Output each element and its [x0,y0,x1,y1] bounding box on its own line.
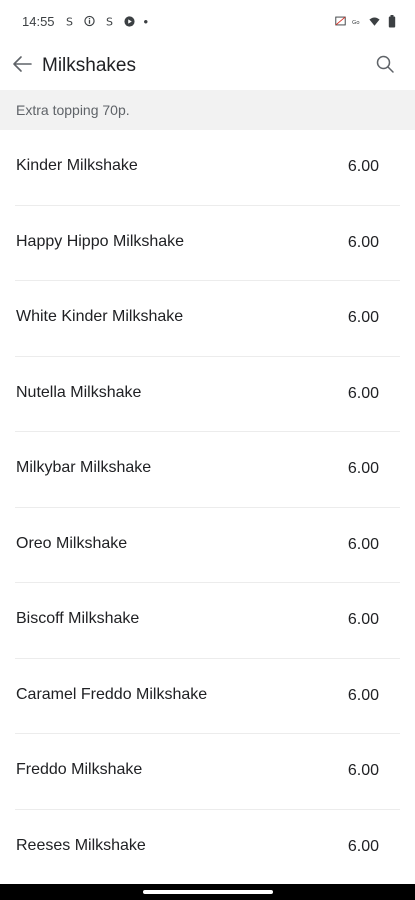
play-icon [123,15,135,27]
menu-item-price: 6.00 [347,762,379,779]
menu-item-price: 6.00 [347,460,379,477]
search-icon [375,54,395,79]
menu-item-name: Reeses Milkshake [16,836,146,854]
menu-item-name: Happy Hippo Milkshake [16,232,185,250]
data-icon: Go [352,16,363,27]
status-bar: 14:55 S S • Go [0,0,415,42]
menu-list: Kinder Milkshake 6.00 Happy Hippo Milksh… [0,130,415,885]
menu-item-price: 6.00 [347,158,379,175]
menu-item-name: Biscoff Milkshake [16,610,140,627]
svg-text:S: S [66,16,73,27]
menu-item-name: Milkybar Milkshake [16,459,152,476]
menu-item[interactable]: Kinder Milkshake 6.00 [15,130,400,206]
svg-text:Go: Go [352,19,360,25]
menu-item-price: 6.00 [347,837,379,855]
svg-text:S: S [106,16,113,27]
menu-item-price: 6.00 [347,611,379,628]
banner-text: Extra topping 70p. [16,102,130,118]
home-gesture-handle[interactable] [142,890,273,894]
arrow-left-icon [11,53,33,80]
menu-item-price: 6.00 [347,309,379,326]
notification-dot: • [143,13,149,29]
menu-item[interactable]: Freddo Milkshake 6.00 [15,734,400,810]
menu-item-name: Kinder Milkshake [16,157,138,174]
menu-item[interactable]: Biscoff Milkshake 6.00 [15,583,400,659]
extra-topping-banner: Extra topping 70p. [0,90,415,130]
gesture-nav-bar [0,884,415,900]
no-sim-icon [335,16,346,27]
info-circle-icon [83,15,95,27]
menu-item-name: Caramel Freddo Milkshake [16,685,208,703]
status-right: Go [335,14,397,27]
menu-item[interactable]: Happy Hippo Milkshake 6.00 [15,206,400,281]
menu-item[interactable]: Oreo Milkshake 6.00 [15,508,400,583]
skype-icon: S [64,16,75,27]
menu-item-price: 6.00 [347,384,379,402]
menu-item-name: Freddo Milkshake [16,761,143,778]
menu-item[interactable]: Nutella Milkshake 6.00 [15,357,400,432]
skype-icon: S [104,16,115,27]
menu-item-price: 6.00 [347,233,379,251]
page-title: Milkshakes [42,55,136,76]
search-button[interactable] [373,54,397,78]
menu-item[interactable]: Reeses Milkshake 6.00 [15,810,400,886]
status-left: 14:55 S S • [22,14,148,29]
battery-icon [386,14,397,27]
menu-item-name: Nutella Milkshake [16,383,142,401]
menu-item-price: 6.00 [347,535,379,553]
menu-item-name: White Kinder Milkshake [16,308,184,325]
menu-item-price: 6.00 [347,686,379,704]
status-time: 14:55 [22,13,55,29]
menu-item[interactable]: Caramel Freddo Milkshake 6.00 [15,659,400,734]
back-button[interactable] [10,54,34,78]
menu-item[interactable]: White Kinder Milkshake 6.00 [15,281,400,357]
wifi-icon [369,16,380,27]
menu-item-name: Oreo Milkshake [16,534,128,552]
menu-item[interactable]: Milkybar Milkshake 6.00 [15,432,400,508]
app-bar: Milkshakes [0,44,415,88]
